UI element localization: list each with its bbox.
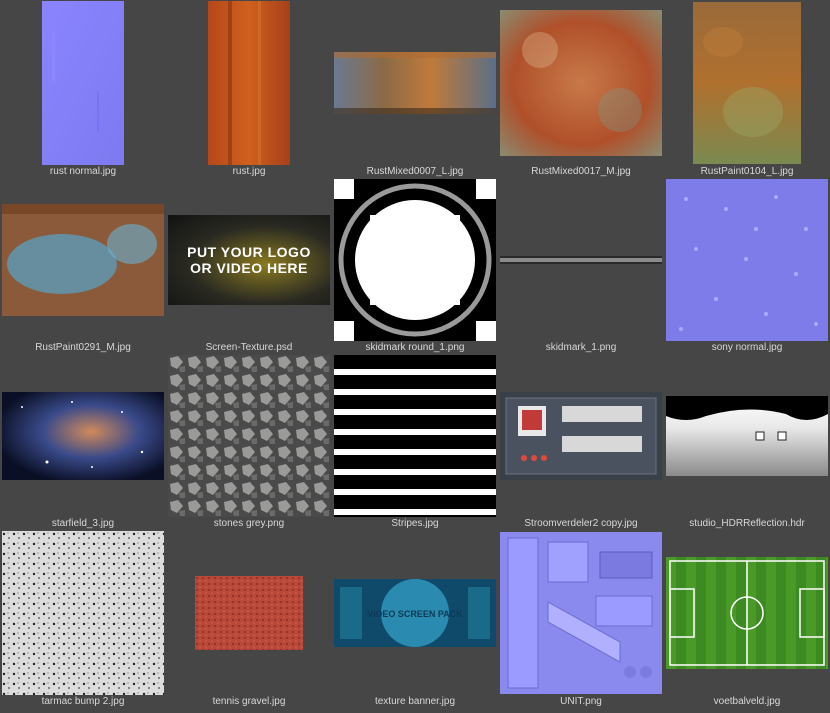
thumbnail-rust[interactable]	[208, 1, 290, 165]
file-label[interactable]: tennis gravel.jpg	[166, 696, 332, 707]
file-label[interactable]: starfield_3.jpg	[0, 518, 166, 529]
file-label[interactable]: sony normal.jpg	[664, 342, 830, 353]
file-label[interactable]: Stroomverdeler2 copy.jpg	[498, 518, 664, 529]
thumbnail-overlay-text: VIDEO SCREEN PACK	[367, 609, 463, 619]
file-label[interactable]: studio_HDRReflection.hdr	[664, 518, 830, 529]
file-label[interactable]: Stripes.jpg	[332, 518, 498, 529]
thumbnail-skidmark[interactable]	[500, 256, 662, 264]
thumbnail-overlay-text: PUT YOUR LOGO OR VIDEO HERE	[187, 244, 311, 276]
thumbnail-rustmixed0007[interactable]	[334, 52, 496, 114]
file-label[interactable]: rust.jpg	[166, 166, 332, 177]
file-label[interactable]: stones grey.png	[166, 518, 332, 529]
thumbnail-sony-normal[interactable]	[666, 179, 828, 341]
thumbnail-tarmac-bump[interactable]	[2, 531, 164, 695]
file-label[interactable]: Screen-Texture.psd	[166, 342, 332, 353]
file-label[interactable]: tarmac bump 2.jpg	[0, 696, 166, 707]
file-label[interactable]: RustMixed0007_L.jpg	[332, 166, 498, 177]
thumbnail-stroomverdeler[interactable]	[500, 392, 662, 480]
thumbnail-tennis-gravel[interactable]	[195, 576, 303, 650]
thumbnail-stripes[interactable]	[334, 355, 496, 517]
file-label[interactable]: RustPaint0104_L.jpg	[664, 166, 830, 177]
thumbnail-stones-grey[interactable]	[168, 355, 330, 517]
thumbnail-rustpaint0291[interactable]	[2, 204, 164, 316]
file-label[interactable]: voetbalveld.jpg	[664, 696, 830, 707]
file-label[interactable]: UNIT.png	[498, 696, 664, 707]
thumbnail-studio-hdr[interactable]	[666, 396, 828, 476]
thumbnail-rust-normal[interactable]	[42, 1, 124, 165]
file-browser-grid: rust normal.jpg rust.jpg RustMixed0007_L…	[0, 0, 830, 713]
file-label[interactable]: skidmark round_1.png	[332, 342, 498, 353]
thumbnail-rustpaint0104[interactable]	[693, 2, 801, 164]
thumbnail-unit[interactable]	[500, 532, 662, 694]
file-label[interactable]: rust normal.jpg	[0, 166, 166, 177]
thumbnail-rustmixed0017[interactable]	[500, 10, 662, 156]
thumbnail-starfield[interactable]	[2, 392, 164, 480]
file-label[interactable]: RustPaint0291_M.jpg	[0, 342, 166, 353]
thumbnail-texture-banner[interactable]: VIDEO SCREEN PACK	[334, 579, 496, 647]
thumbnail-voetbalveld[interactable]	[666, 557, 828, 669]
file-label[interactable]: RustMixed0017_M.jpg	[498, 166, 664, 177]
thumbnail-screen-texture[interactable]: PUT YOUR LOGO OR VIDEO HERE	[168, 215, 330, 305]
file-label[interactable]: texture banner.jpg	[332, 696, 498, 707]
file-label[interactable]: skidmark_1.png	[498, 342, 664, 353]
thumbnail-skidmark-round[interactable]	[334, 179, 496, 341]
